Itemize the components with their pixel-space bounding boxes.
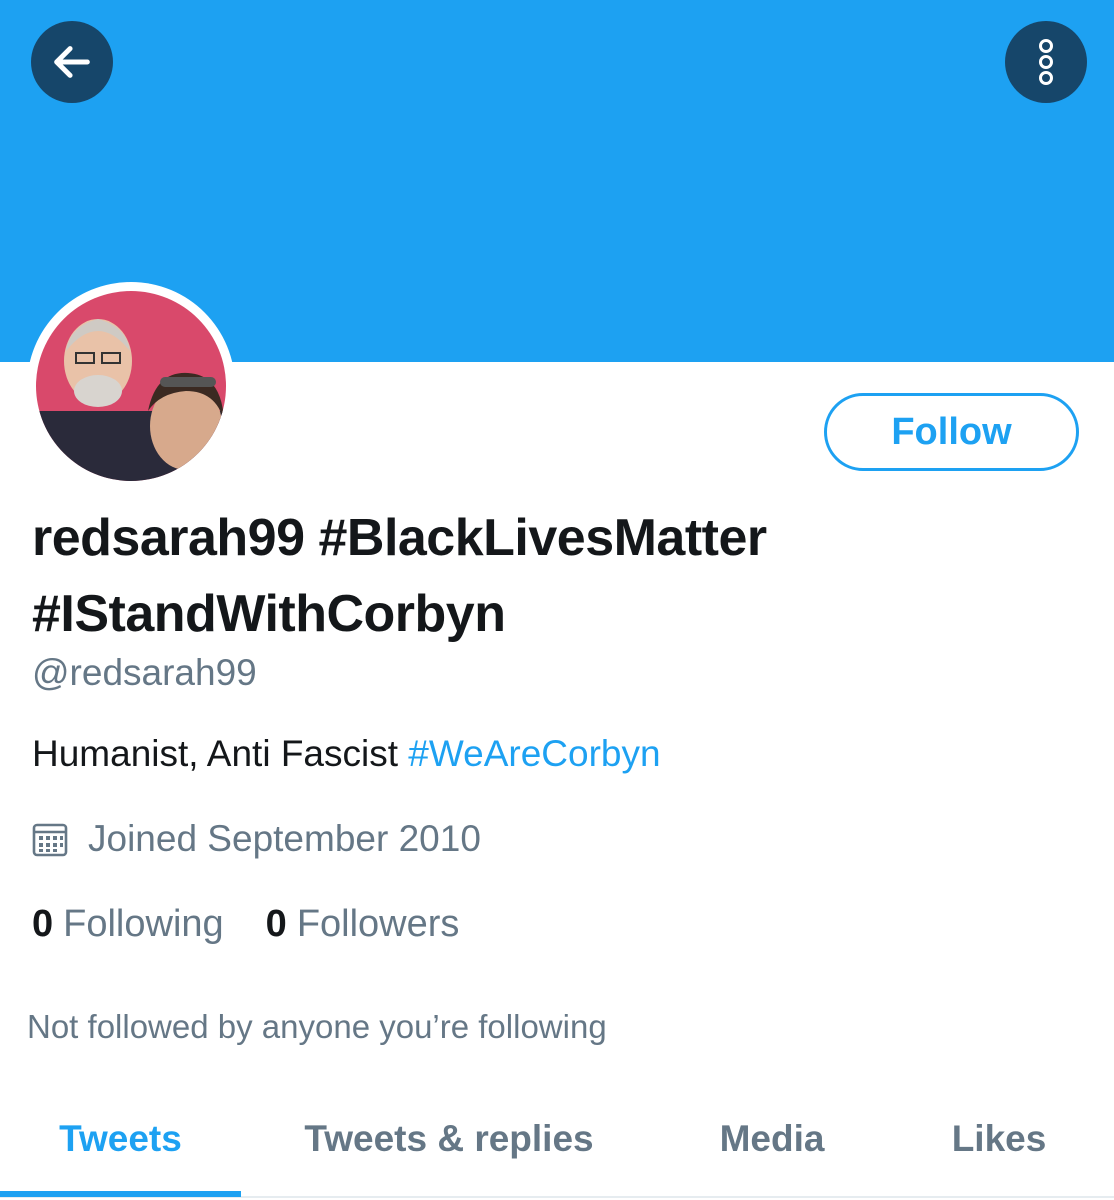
back-button[interactable] bbox=[31, 21, 113, 103]
follow-counts: 0 Following 0 Followers bbox=[32, 903, 501, 946]
handle: @redsarah99 bbox=[32, 652, 257, 693]
calendar-icon bbox=[32, 823, 68, 857]
profile-tabs: Tweets Tweets & replies Media Likes bbox=[0, 1085, 1114, 1200]
bio: Humanist, Anti Fascist #WeAreCorbyn bbox=[32, 733, 661, 775]
following-count: 0 bbox=[32, 903, 54, 945]
active-tab-indicator bbox=[0, 1191, 241, 1197]
follow-button[interactable]: Follow bbox=[824, 393, 1079, 471]
followers-count-link[interactable]: 0 Followers bbox=[266, 903, 460, 946]
avatar-photo bbox=[36, 291, 226, 481]
bio-hashtag-link[interactable]: #WeAreCorbyn bbox=[408, 733, 660, 774]
followers-count: 0 bbox=[265, 903, 287, 945]
more-options-button[interactable] bbox=[1005, 21, 1087, 103]
followers-label: Followers bbox=[296, 903, 460, 945]
bio-text: Humanist, Anti Fascist bbox=[32, 733, 399, 774]
more-vertical-icon bbox=[1039, 39, 1053, 85]
arrow-left-icon bbox=[54, 46, 90, 78]
following-label: Following bbox=[63, 903, 224, 945]
tab-tweets[interactable]: Tweets bbox=[0, 1085, 241, 1193]
avatar[interactable] bbox=[27, 282, 235, 490]
display-name: redsarah99 #BlackLivesMatter #IStandWith… bbox=[32, 509, 767, 643]
joined-text: Joined September 2010 bbox=[88, 818, 481, 859]
mutual-followers-note: Not followed by anyone you’re following bbox=[27, 1008, 607, 1045]
tab-media[interactable]: Media bbox=[680, 1085, 864, 1193]
following-count-link[interactable]: 0 Following bbox=[32, 903, 224, 946]
tab-likes[interactable]: Likes bbox=[904, 1085, 1094, 1193]
tab-tweets-replies[interactable]: Tweets & replies bbox=[268, 1085, 630, 1193]
joined-date: Joined September 2010 bbox=[32, 818, 481, 860]
